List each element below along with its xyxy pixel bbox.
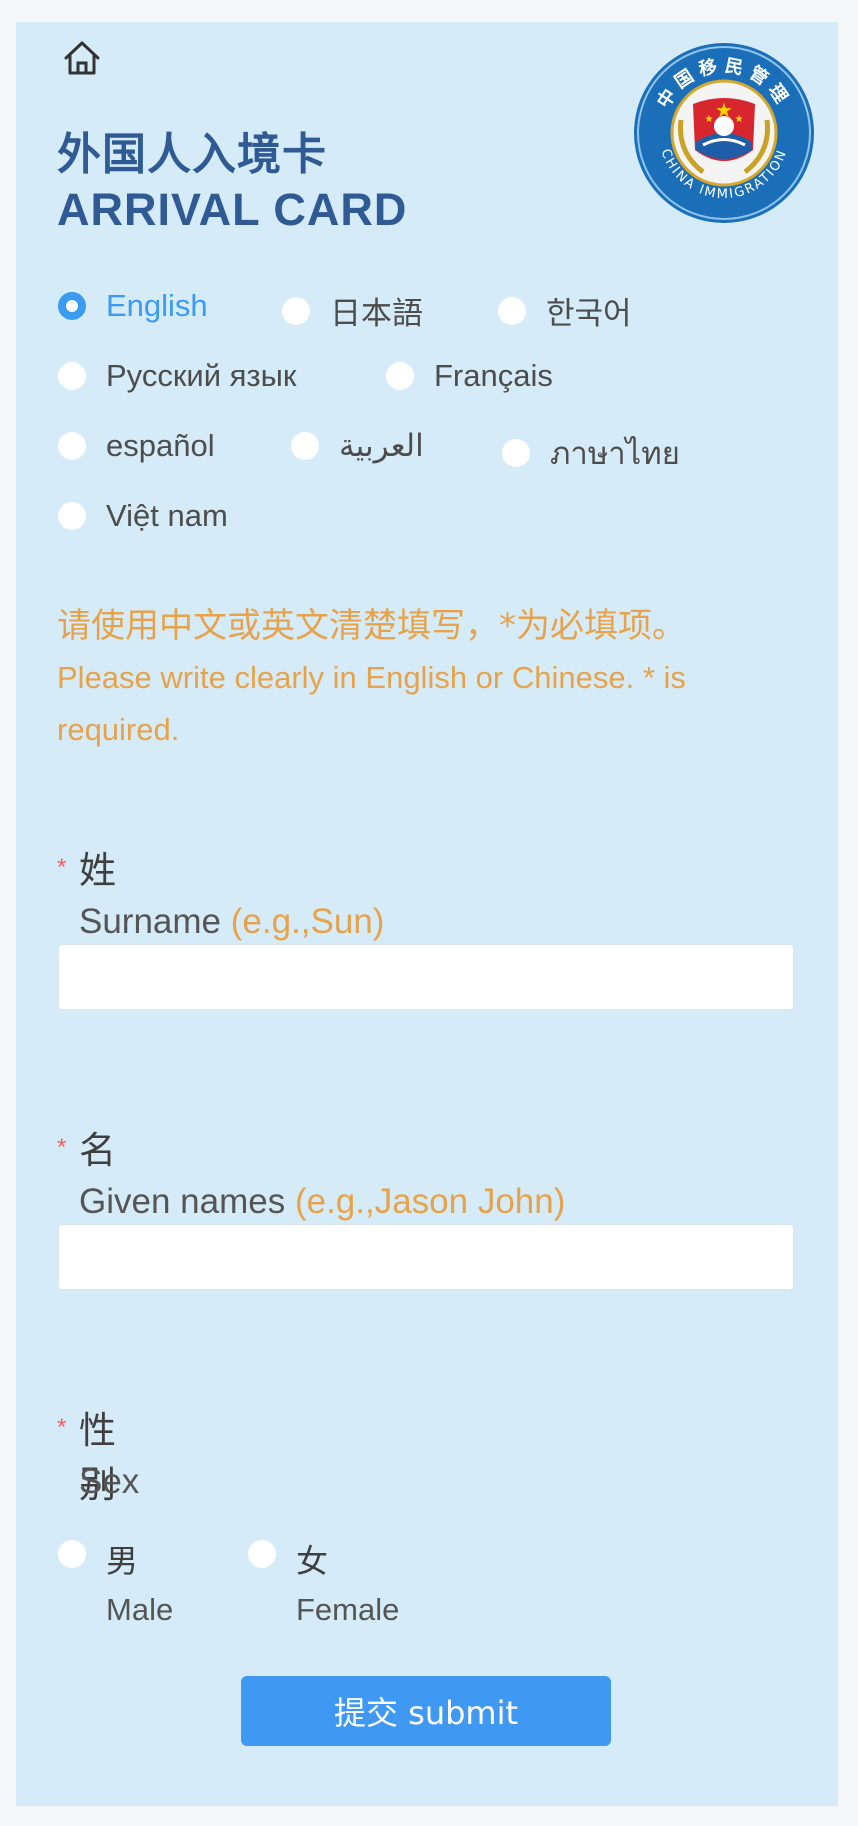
required-asterisk: * xyxy=(57,854,67,881)
radio-selected[interactable] xyxy=(58,292,86,320)
page-title-chinese: 外国人入境卡 xyxy=(57,129,327,180)
surname-label-en: Surname xyxy=(79,902,222,941)
sex-label-en: Sex xyxy=(79,1462,140,1501)
sex-option-label-en: Female xyxy=(296,1592,400,1627)
radio-unselected[interactable] xyxy=(58,502,86,530)
given-names-hint: (e.g.,Jason John) xyxy=(294,1182,566,1221)
language-label: español xyxy=(106,428,215,463)
language-option-russian[interactable]: Русский язык xyxy=(58,358,296,394)
language-option-spanish[interactable]: español xyxy=(58,428,215,464)
notice-chinese: 请使用中文或英文清楚填写，*为必填项。 xyxy=(57,606,686,646)
language-label: Việt nam xyxy=(106,498,228,533)
required-asterisk: * xyxy=(57,1134,67,1161)
radio-unselected[interactable] xyxy=(291,432,319,460)
language-option-japanese[interactable]: 日本語 xyxy=(282,288,423,333)
arrival-card-form: 外国人入境卡 ARRIVAL CARD ★ ★ ★ 中国移民管理 CHINA I… xyxy=(16,22,838,1806)
language-label: العربية xyxy=(339,428,424,464)
surname-label-en-row: Surname (e.g.,Sun) xyxy=(79,902,384,942)
surname-hint: (e.g.,Sun) xyxy=(230,902,385,941)
home-icon[interactable] xyxy=(62,38,102,78)
surname-label-cn: 姓 xyxy=(79,849,116,892)
sex-option-label-cn: 女 xyxy=(296,1542,329,1580)
radio-unselected[interactable] xyxy=(386,362,414,390)
submit-button[interactable]: 提交 submit xyxy=(241,1676,611,1746)
radio-unselected[interactable] xyxy=(58,1540,86,1568)
china-immigration-emblem: ★ ★ ★ 中国移民管理 CHINA IMMIGRATION xyxy=(633,42,815,224)
sex-option-label-en: Male xyxy=(106,1592,174,1627)
language-label: 日本語 xyxy=(330,296,423,331)
language-label: Français xyxy=(434,358,553,393)
language-label: English xyxy=(106,288,208,323)
radio-unselected[interactable] xyxy=(282,296,310,325)
radio-unselected[interactable] xyxy=(58,432,86,460)
language-option-korean[interactable]: 한국어 xyxy=(498,288,632,333)
language-option-thai[interactable]: ภาษาไทย xyxy=(502,428,680,478)
svg-text:★: ★ xyxy=(735,114,744,125)
notice-english: Please write clearly in English or Chine… xyxy=(57,660,686,747)
language-option-arabic[interactable]: العربية xyxy=(291,428,424,464)
radio-unselected[interactable] xyxy=(498,296,526,325)
svg-text:★: ★ xyxy=(705,114,714,125)
language-label: ภาษาไทย xyxy=(550,436,680,471)
radio-unselected[interactable] xyxy=(58,362,86,390)
svg-text:★: ★ xyxy=(715,98,733,122)
surname-input[interactable] xyxy=(58,944,794,1010)
required-asterisk: * xyxy=(57,1414,67,1441)
radio-unselected[interactable] xyxy=(248,1540,276,1568)
page-title-english: ARRIVAL CARD xyxy=(57,184,408,235)
given-names-input[interactable] xyxy=(58,1224,794,1290)
language-label: 한국어 xyxy=(546,296,632,331)
radio-unselected[interactable] xyxy=(502,439,530,467)
sex-option-male[interactable]: 男 Male xyxy=(58,1536,198,1636)
language-label: Русский язык xyxy=(106,358,297,393)
language-option-english[interactable]: English xyxy=(58,288,208,324)
sex-option-female[interactable]: 女 Female xyxy=(248,1536,408,1636)
language-option-vietnamese[interactable]: Việt nam xyxy=(58,498,228,534)
given-names-label-en: Given names xyxy=(79,1182,286,1221)
sex-option-label-cn: 男 xyxy=(106,1542,139,1580)
language-option-french[interactable]: Français xyxy=(386,358,553,394)
given-names-label-cn: 名 xyxy=(79,1129,116,1172)
given-names-label-en-row: Given names (e.g.,Jason John) xyxy=(79,1182,565,1222)
